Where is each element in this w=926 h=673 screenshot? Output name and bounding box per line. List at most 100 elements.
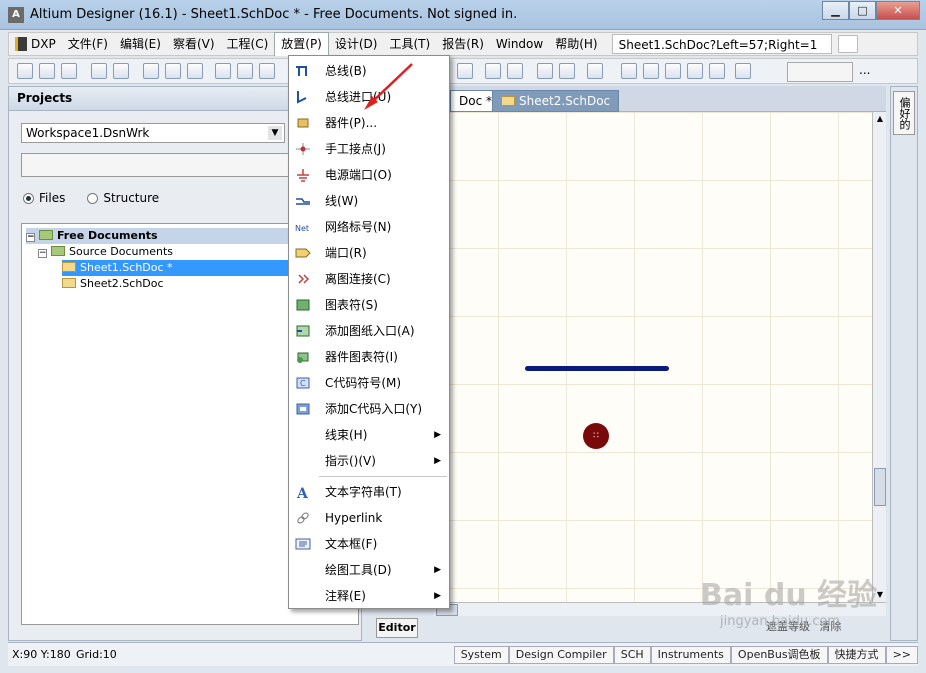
part-icon bbox=[297, 118, 309, 128]
harness-tool-icon[interactable] bbox=[665, 63, 681, 79]
menu-item-notes[interactable]: 注释(E) ▶ bbox=[289, 583, 449, 609]
horizontal-scrollbar[interactable] bbox=[434, 602, 886, 616]
wire-tool-icon[interactable] bbox=[621, 63, 637, 79]
menu-window[interactable]: Window bbox=[490, 33, 549, 55]
ground-tool-icon[interactable] bbox=[735, 63, 751, 79]
tree-item-source-documents[interactable]: − Source Documents bbox=[38, 244, 173, 260]
editor-tab[interactable]: Editor bbox=[376, 618, 418, 638]
redo-icon[interactable] bbox=[507, 63, 523, 79]
shortcuts-button[interactable]: 快捷方式 bbox=[827, 646, 886, 664]
close-button[interactable]: ✕ bbox=[876, 1, 920, 20]
net-label-tool-icon[interactable] bbox=[709, 63, 725, 79]
design-compiler-button[interactable]: Design Compiler bbox=[508, 646, 614, 664]
address-field[interactable]: Sheet1.SchDoc?Left=57;Right=1 bbox=[611, 34, 832, 54]
menu-item-part[interactable]: 器件(P)... bbox=[289, 110, 449, 136]
new-icon[interactable] bbox=[17, 63, 33, 79]
text-frame-icon bbox=[295, 538, 311, 550]
schematic-wire[interactable] bbox=[525, 366, 669, 371]
collapse-icon[interactable]: − bbox=[38, 249, 47, 258]
instruments-button[interactable]: Instruments bbox=[650, 646, 731, 664]
system-panel-button[interactable]: System bbox=[453, 646, 509, 664]
filter-icon[interactable] bbox=[457, 63, 473, 79]
menu-edit[interactable]: 编辑(E) bbox=[114, 33, 167, 55]
menu-design[interactable]: 设计(D) bbox=[329, 33, 384, 55]
panel-buttons: System Design Compiler SCH Instruments O… bbox=[453, 646, 918, 664]
menu-help[interactable]: 帮助(H) bbox=[549, 33, 603, 55]
structure-radio-label: Structure bbox=[103, 191, 160, 205]
menu-item-port[interactable]: 端口(R) bbox=[289, 240, 449, 266]
menu-item-directives[interactable]: 指示()(V) ▶ bbox=[289, 448, 449, 474]
menu-item-hyperlink[interactable]: Hyperlink bbox=[289, 505, 449, 531]
edit-icon[interactable] bbox=[559, 63, 575, 79]
favorites-tab[interactable]: 偏好的 bbox=[893, 91, 915, 135]
menu-item-wire[interactable]: 线(W) bbox=[289, 188, 449, 214]
zoom-area-icon[interactable] bbox=[237, 63, 253, 79]
open-icon[interactable] bbox=[39, 63, 55, 79]
toolbar: ... bbox=[8, 58, 918, 84]
vertical-scroll-thumb[interactable] bbox=[874, 468, 886, 506]
vertical-scrollbar[interactable]: ▲ ▼ bbox=[872, 112, 886, 602]
folder-icon[interactable] bbox=[187, 63, 203, 79]
project-search-field[interactable] bbox=[21, 153, 289, 177]
cross-probe-icon[interactable] bbox=[537, 63, 553, 79]
menu-item-device-sheet[interactable]: 器件图表符(I) bbox=[289, 344, 449, 370]
files-radio-label: Files bbox=[39, 191, 66, 205]
menu-view[interactable]: 察看(V) bbox=[167, 33, 221, 55]
menu-item-power-port[interactable]: 电源端口(O) bbox=[289, 162, 449, 188]
menu-item-sheet-entry[interactable]: 添加图纸入口(A) bbox=[289, 318, 449, 344]
menu-item-sheet-symbol[interactable]: 图表符(S) bbox=[289, 292, 449, 318]
collapse-icon[interactable]: − bbox=[26, 233, 35, 242]
schematic-doc-icon bbox=[62, 278, 76, 288]
more-panels-button[interactable]: >> bbox=[885, 646, 918, 664]
toolbar-more[interactable]: ... bbox=[859, 63, 870, 77]
sch-panel-button[interactable]: SCH bbox=[613, 646, 651, 664]
save-icon[interactable] bbox=[61, 63, 77, 79]
menu-file[interactable]: 文件(F) bbox=[62, 33, 114, 55]
clear-button[interactable]: 清除 bbox=[820, 620, 842, 633]
menu-item-net-label[interactable]: Net 网络标号(N) bbox=[289, 214, 449, 240]
component-icon[interactable] bbox=[143, 63, 159, 79]
maximize-button[interactable]: □ bbox=[849, 1, 876, 20]
menu-item-c-code[interactable]: C C代码符号(M) bbox=[289, 370, 449, 396]
cursor-junction-icon[interactable]: ∷ bbox=[583, 423, 609, 449]
menu-item-junction[interactable]: 手工接点(J) bbox=[289, 136, 449, 162]
menu-project[interactable]: 工程(C) bbox=[221, 33, 275, 55]
files-radio[interactable] bbox=[23, 192, 34, 204]
text-icon: A bbox=[296, 486, 309, 499]
menu-item-off-sheet[interactable]: 离图连接(C) bbox=[289, 266, 449, 292]
menu-place[interactable]: 放置(P) bbox=[274, 32, 329, 56]
svg-text:Net: Net bbox=[295, 224, 309, 233]
browse-icon[interactable] bbox=[587, 63, 603, 79]
mask-level-button[interactable]: 遮盖等级 bbox=[766, 620, 810, 633]
menu-item-harness[interactable]: 线束(H) ▶ bbox=[289, 422, 449, 448]
minimize-button[interactable]: ▁ bbox=[822, 1, 849, 20]
menu-item-c-code-entry[interactable]: 添加C代码入口(Y) bbox=[289, 396, 449, 422]
pen-icon[interactable] bbox=[837, 35, 858, 53]
tree-item-sheet2[interactable]: Sheet2.SchDoc bbox=[62, 276, 164, 292]
structure-radio[interactable] bbox=[87, 192, 99, 204]
zoom-selected-icon[interactable] bbox=[259, 63, 275, 79]
bus-entry-icon bbox=[297, 91, 307, 104]
menu-item-text-frame[interactable]: 文本框(F) bbox=[289, 531, 449, 557]
openbus-palette-button[interactable]: OpenBus调色板 bbox=[730, 646, 828, 664]
print-preview-icon[interactable] bbox=[113, 63, 129, 79]
zoom-icon[interactable] bbox=[215, 63, 231, 79]
menu-dxp[interactable]: DXP bbox=[9, 33, 62, 55]
workspace-select[interactable]: Workspace1.DsnWrk ▼ bbox=[21, 123, 285, 143]
board-icon[interactable] bbox=[165, 63, 181, 79]
chevron-down-icon: ▼ bbox=[268, 126, 282, 140]
menu-tools[interactable]: 工具(T) bbox=[383, 33, 436, 55]
menu-item-drawing-tools[interactable]: 绘图工具(D) ▶ bbox=[289, 557, 449, 583]
undo-icon[interactable] bbox=[485, 63, 501, 79]
bus-tool-icon[interactable] bbox=[643, 63, 659, 79]
print-icon[interactable] bbox=[91, 63, 107, 79]
scroll-up-icon[interactable]: ▲ bbox=[873, 112, 887, 126]
bus-entry-tool-icon[interactable] bbox=[687, 63, 703, 79]
toolbar-combo[interactable] bbox=[787, 62, 853, 82]
menu-reports[interactable]: 报告(R) bbox=[436, 33, 490, 55]
menu-item-text-string[interactable]: A 文本字符串(T) bbox=[289, 479, 449, 505]
junction-icon bbox=[296, 143, 310, 155]
place-menu: 总线(B) 总线进口(U) 器件(P)... 手工接点(J) 电源端口(O) 线… bbox=[288, 55, 450, 609]
scroll-down-icon[interactable]: ▼ bbox=[873, 588, 887, 602]
tab-sheet2[interactable]: Sheet2.SchDoc bbox=[492, 90, 620, 112]
